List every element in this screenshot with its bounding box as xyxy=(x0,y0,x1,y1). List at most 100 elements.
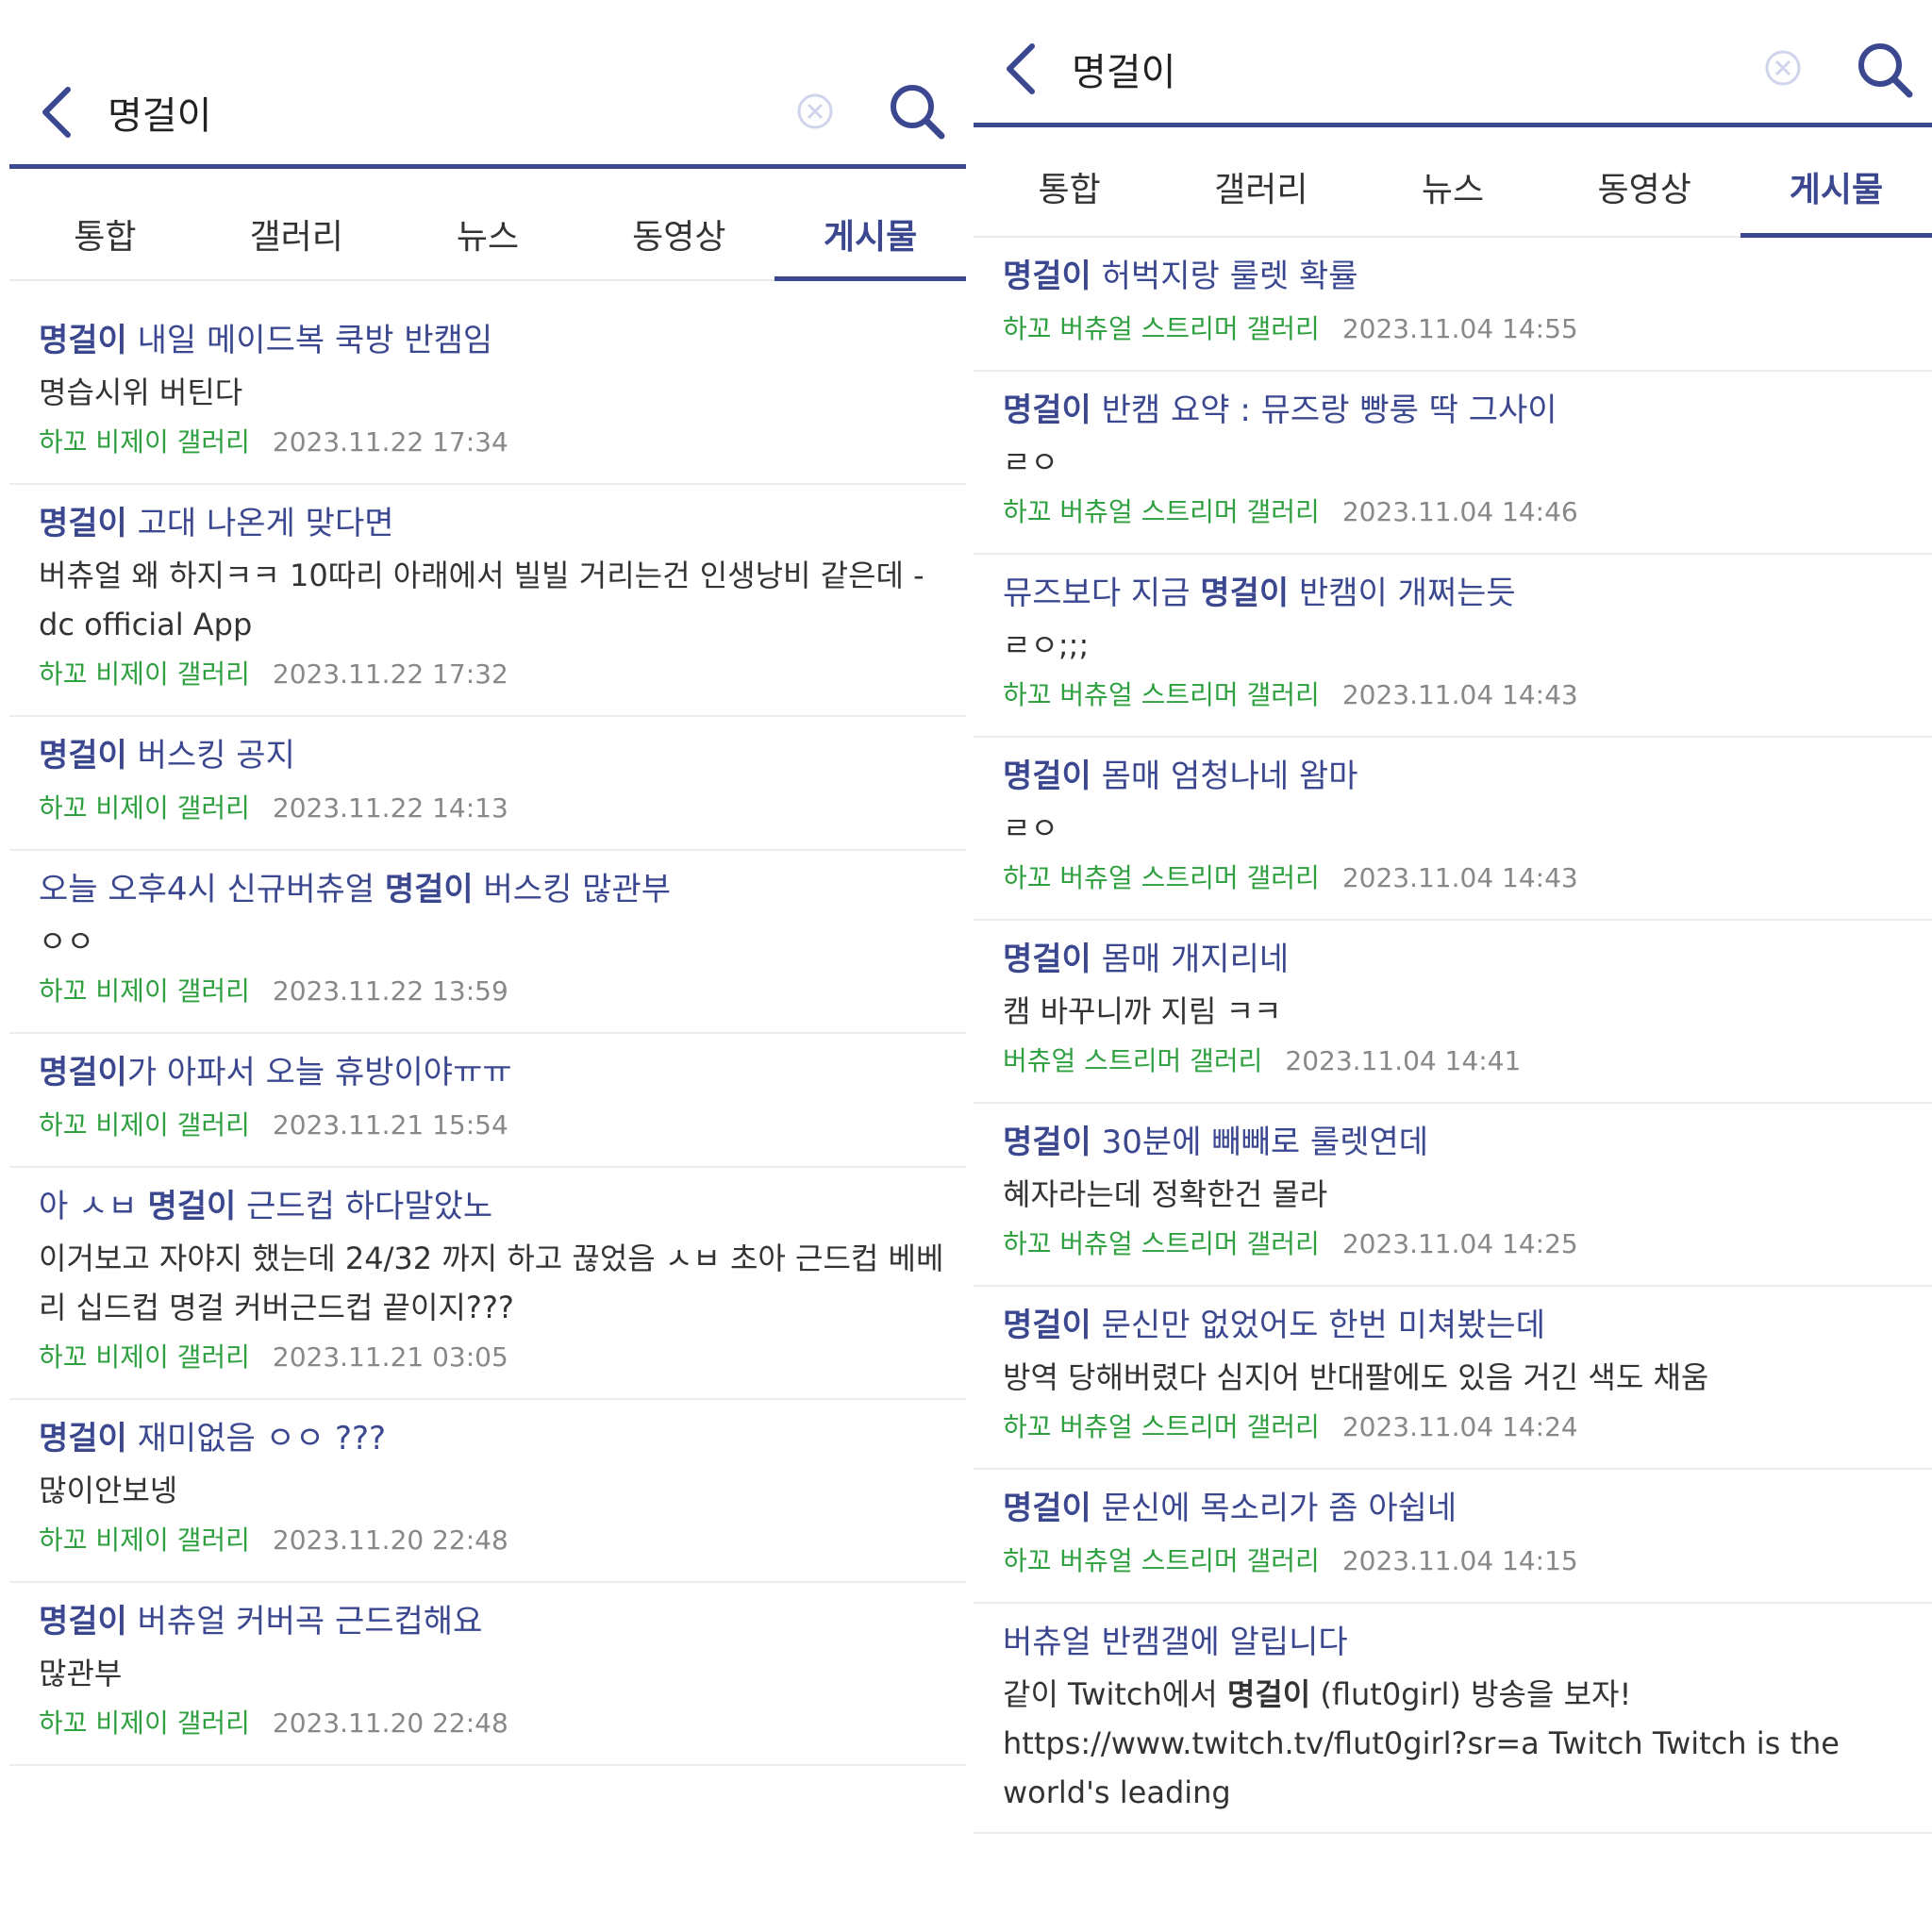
gallery-name[interactable]: 하꼬 버츄얼 스트리머 갤러리 xyxy=(1003,862,1320,893)
result-item[interactable]: 명걸이 몸매 엄청나네 왐마 ㄹㅇ 하꼬 버츄얼 스트리머 갤러리 2023.11.0… xyxy=(974,738,1932,921)
gallery-name[interactable]: 하꼬 비제이 갤러리 xyxy=(39,792,250,824)
result-item[interactable]: 아 ㅅㅂ 명걸이 근드컵 하다말았노 이거보고 자야지 했는데 24/32 까지 … xyxy=(9,1168,966,1400)
clear-circle-icon[interactable] xyxy=(794,91,836,132)
result-title[interactable]: 버츄얼 반캠갤에 알립니다 xyxy=(1003,1615,1932,1670)
gallery-name[interactable]: 하꼬 버츄얼 스트리머 갤러리 xyxy=(1003,496,1320,527)
result-snippet: 명습시위 버틴다 xyxy=(39,375,243,410)
title-text: 버츄얼 커버곡 근드컵해요 xyxy=(126,1603,483,1641)
result-item[interactable]: 명걸이가 아파서 오늘 휴방이야ㅠㅠ 하꼬 비제이 갤러리 2023.11.21 1… xyxy=(9,1034,966,1168)
result-item[interactable]: 명걸이 버츄얼 커버곡 근드컵해요 많관부 하꼬 비제이 갤러리 2023.11.20… xyxy=(9,1583,966,1766)
result-item[interactable]: 버츄얼 반캠갤에 알립니다 같이 Twitch에서 명걸이 (flut0girl)… xyxy=(974,1604,1932,1834)
gallery-name[interactable]: 하꼬 버츄얼 스트리머 갤러리 xyxy=(1003,313,1320,344)
right-screenshot: 명걸이 통합 갤러리 뉴스 동영상 게시물 명걸이 허벅지랑 룰렛 확률하꼬 버… xyxy=(974,0,1932,1932)
search-icon[interactable] xyxy=(1855,40,1915,100)
tab-gallery[interactable]: 갤러리 xyxy=(201,189,392,279)
result-title[interactable]: 명걸이 내일 메이드복 쿡방 반캠임 xyxy=(39,313,966,368)
search-header: 명걸이 xyxy=(974,0,1932,104)
chevron-left-icon xyxy=(1007,43,1035,94)
gallery-name[interactable]: 하꼬 비제이 갤러리 xyxy=(39,975,250,1007)
result-title[interactable]: 명걸이가 아파서 오늘 휴방이야ㅠㅠ xyxy=(39,1045,966,1100)
result-title[interactable]: 명걸이 30분에 빼빼로 룰렛연데 xyxy=(1003,1115,1932,1170)
result-title[interactable]: 오늘 오후4시 신규버츄얼 명걸이 버스킹 많관부 xyxy=(39,862,966,917)
title-keyword: 명걸이 xyxy=(1003,1307,1091,1344)
result-title[interactable]: 명걸이 문신에 목소리가 좀 아쉽네 xyxy=(1003,1481,1932,1536)
gallery-name[interactable]: 하꼬 버츄얼 스트리머 갤러리 xyxy=(1003,1411,1320,1442)
post-date: 2023.11.20 22:48 xyxy=(272,1524,508,1556)
gallery-name[interactable]: 하꼬 버츄얼 스트리머 갤러리 xyxy=(1003,1228,1320,1259)
result-title[interactable]: 아 ㅅㅂ 명걸이 근드컵 하다말았노 xyxy=(39,1179,966,1234)
post-date: 2023.11.20 22:48 xyxy=(272,1707,508,1739)
search-underline xyxy=(9,164,966,169)
title-keyword: 명걸이 xyxy=(39,322,127,359)
result-title[interactable]: 명걸이 버스킹 공지 xyxy=(39,728,966,783)
result-item[interactable]: 명걸이 문신에 목소리가 좀 아쉽네 하꼬 버츄얼 스트리머 갤러리 2023.11… xyxy=(974,1470,1932,1604)
result-meta: 하꼬 버츄얼 스트리머 갤러리 2023.11.04 14:46 xyxy=(1003,487,1932,538)
result-title[interactable]: 명걸이 몸매 개지리네 xyxy=(1003,932,1932,987)
result-item[interactable]: 명걸이 허벅지랑 룰렛 확률하꼬 버츄얼 스트리머 갤러리 2023.11.04 … xyxy=(974,238,1932,372)
result-item[interactable]: 명걸이 몸매 개지리네 캠 바꾸니까 지림 ㅋㅋ 버츄얼 스트리머 갤러리 2023.… xyxy=(974,921,1932,1104)
result-title[interactable]: 명걸이 버츄얼 커버곡 근드컵해요 xyxy=(39,1594,966,1649)
result-title[interactable]: 명걸이 반캠 요약 : 뮤즈랑 빵룽 딱 그사이 xyxy=(1003,383,1932,438)
post-date: 2023.11.22 14:13 xyxy=(272,792,508,824)
gallery-name[interactable]: 하꼬 버츄얼 스트리머 갤러리 xyxy=(1003,679,1320,710)
gallery-name[interactable]: 버츄얼 스트리머 갤러리 xyxy=(1003,1045,1262,1076)
result-title[interactable]: 명걸이 몸매 엄청나네 왐마 xyxy=(1003,749,1932,804)
result-item[interactable]: 오늘 오후4시 신규버츄얼 명걸이 버스킹 많관부 ㅇㅇ 하꼬 비제이 갤러리 202… xyxy=(9,851,966,1034)
back-button[interactable] xyxy=(28,79,85,145)
gallery-name[interactable]: 하꼬 비제이 갤러리 xyxy=(39,1341,250,1373)
gallery-name[interactable]: 하꼬 비제이 갤러리 xyxy=(39,1524,250,1556)
search-icon[interactable] xyxy=(887,81,947,142)
gallery-name[interactable]: 하꼬 비제이 갤러리 xyxy=(39,1707,250,1739)
result-item[interactable]: 명걸이 문신만 없었어도 한번 미쳐봤는데 방역 당해버렸다 심지어 반대팔에도 … xyxy=(974,1287,1932,1470)
title-text: 고대 나온게 맞다면 xyxy=(126,505,394,542)
tab-news[interactable]: 뉴스 xyxy=(1357,138,1548,236)
post-date: 2023.11.22 13:59 xyxy=(272,975,508,1007)
gallery-name[interactable]: 하꼬 비제이 갤러리 xyxy=(39,1109,250,1141)
back-button[interactable] xyxy=(992,36,1049,102)
post-date: 2023.11.04 14:43 xyxy=(1341,679,1578,710)
result-meta: 하꼬 버츄얼 스트리머 갤러리 2023.11.04 14:43 xyxy=(1003,670,1932,721)
title-text: 내일 메이드복 쿡방 반캠임 xyxy=(126,322,493,359)
result-item[interactable]: 명걸이 버스킹 공지하꼬 비제이 갤러리 2023.11.22 14:13 xyxy=(9,717,966,851)
search-query[interactable]: 명걸이 xyxy=(1072,42,1175,96)
tab-video[interactable]: 동영상 xyxy=(1549,138,1740,236)
result-meta: 하꼬 비제이 갤러리 2023.11.21 03:05 xyxy=(39,1332,966,1383)
result-item[interactable]: 명걸이 반캠 요약 : 뮤즈랑 빵룽 딱 그사이 ㄹㅇ 하꼬 버츄얼 스트리머 갤러… xyxy=(974,372,1932,555)
post-date: 2023.11.22 17:34 xyxy=(272,426,508,458)
result-item[interactable]: 명걸이 고대 나온게 맞다면 버츄얼 왜 하지ㅋㅋ 10따리 아래에서 빌빌 거리… xyxy=(9,485,966,717)
post-date: 2023.11.04 14:43 xyxy=(1341,862,1578,893)
result-item[interactable]: 뮤즈보다 지금 명걸이 반캠이 개쩌는듯 ㄹㅇ;;; 하꼬 버츄얼 스트리머 갤러리… xyxy=(974,555,1932,738)
result-meta: 하꼬 비제이 갤러리 2023.11.22 17:34 xyxy=(39,417,966,468)
tab-posts[interactable]: 게시물 xyxy=(1740,138,1932,238)
title-keyword: 명걸이 xyxy=(39,1054,127,1091)
snippet-text: 같이 Twitch에서 xyxy=(1003,1676,1227,1712)
tab-news[interactable]: 뉴스 xyxy=(392,189,584,279)
post-date: 2023.11.04 14:55 xyxy=(1341,313,1578,344)
gallery-name[interactable]: 하꼬 비제이 갤러리 xyxy=(39,658,250,690)
result-title[interactable]: 명걸이 고대 나온게 맞다면 xyxy=(39,496,966,551)
post-date: 2023.11.22 17:32 xyxy=(272,658,508,690)
result-snippet: ㄹㅇ xyxy=(1003,810,1058,846)
tab-video[interactable]: 동영상 xyxy=(583,189,774,279)
gallery-name[interactable]: 하꼬 버츄얼 스트리머 갤러리 xyxy=(1003,1545,1320,1576)
result-meta: 하꼬 비제이 갤러리 2023.11.21 15:54 xyxy=(39,1100,966,1151)
result-item[interactable]: 명걸이 내일 메이드복 쿡방 반캠임명습시위 버틴다하꼬 비제이 갤러리 2023… xyxy=(9,302,966,485)
title-text: 30분에 빼빼로 룰렛연데 xyxy=(1091,1124,1429,1161)
result-item[interactable]: 명걸이 재미없음 ㅇㅇ ??? 많이안보넹 하꼬 비제이 갤러리 2023.11.20… xyxy=(9,1400,966,1583)
tab-posts[interactable]: 게시물 xyxy=(774,189,966,281)
tab-gallery[interactable]: 갤러리 xyxy=(1165,138,1357,236)
result-title[interactable]: 명걸이 재미없음 ㅇㅇ ??? xyxy=(39,1411,966,1466)
gallery-name[interactable]: 하꼬 비제이 갤러리 xyxy=(39,426,250,458)
tab-all[interactable]: 통합 xyxy=(974,138,1165,236)
title-keyword: 명걸이 xyxy=(1200,575,1290,612)
search-query[interactable]: 명걸이 xyxy=(108,85,211,140)
tab-all[interactable]: 통합 xyxy=(9,189,201,279)
clear-circle-icon[interactable] xyxy=(1762,47,1804,89)
post-date: 2023.11.21 15:54 xyxy=(272,1109,508,1141)
title-keyword: 명걸이 xyxy=(1003,758,1091,795)
result-title[interactable]: 명걸이 문신만 없었어도 한번 미쳐봤는데 xyxy=(1003,1298,1932,1353)
result-title[interactable]: 명걸이 허벅지랑 룰렛 확률 xyxy=(1003,249,1932,304)
title-keyword: 명걸이 xyxy=(39,1420,127,1457)
result-title[interactable]: 뮤즈보다 지금 명걸이 반캠이 개쩌는듯 xyxy=(1003,566,1932,621)
result-item[interactable]: 명걸이 30분에 빼빼로 룰렛연데 혜자라는데 정확한건 몰라 하꼬 버츄얼 스트리… xyxy=(974,1104,1932,1287)
